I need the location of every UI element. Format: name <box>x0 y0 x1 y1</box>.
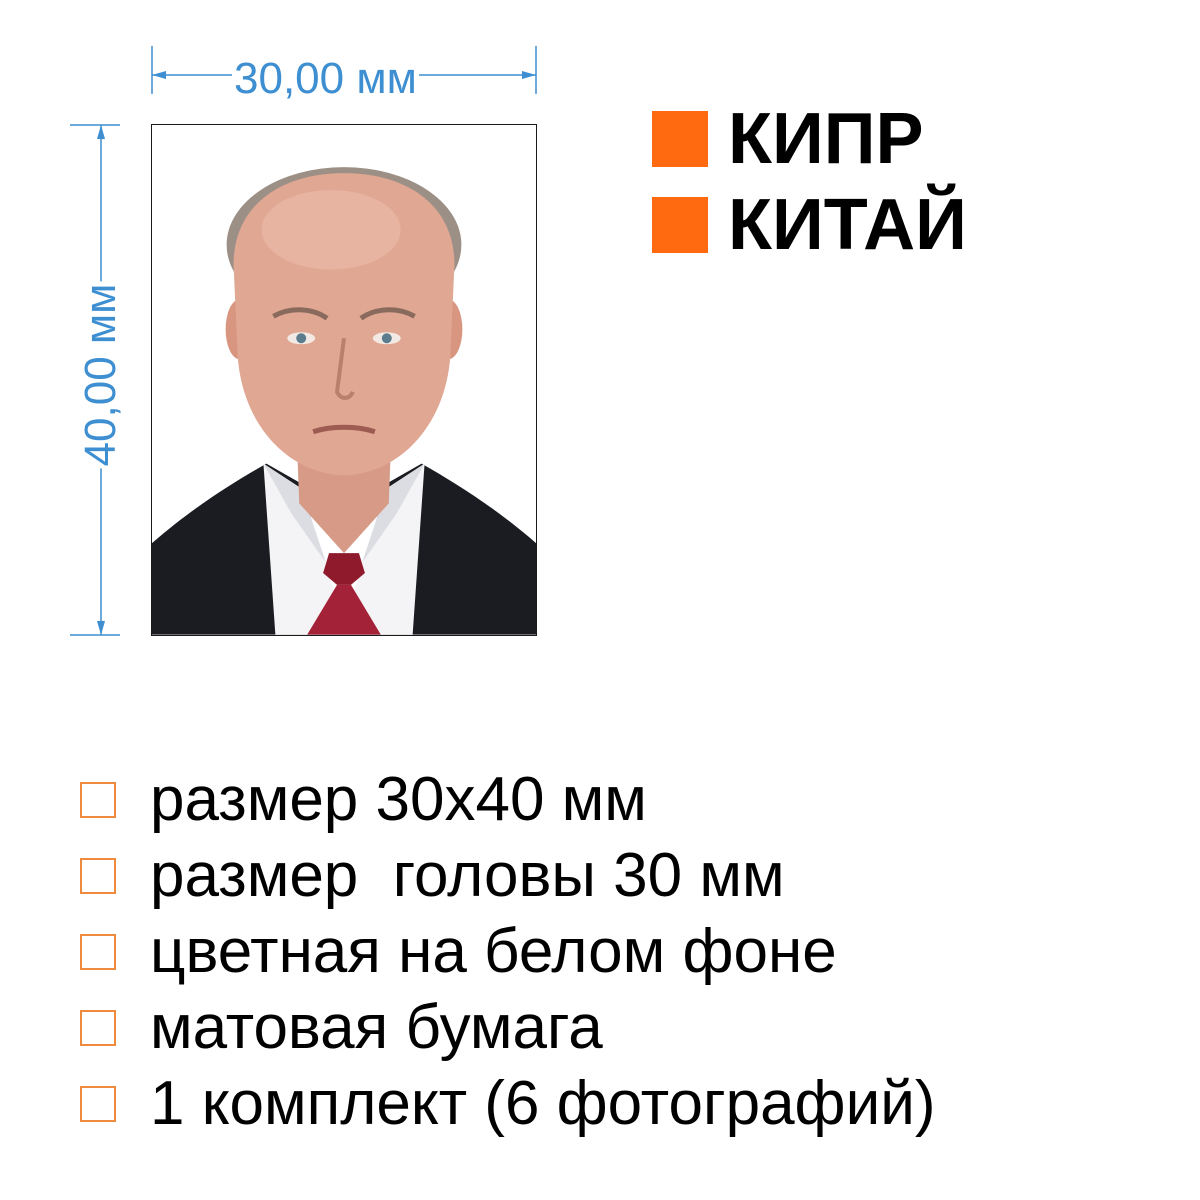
sample-portrait-photo <box>151 124 537 636</box>
feature-item: размер головы 30 мм <box>80 838 935 914</box>
orange-square-marker <box>652 111 708 167</box>
checkbox-square-icon <box>80 934 116 970</box>
country-name: КИПР <box>728 99 924 179</box>
feature-text: 1 комплект (6 фотографий) <box>150 1069 936 1138</box>
country-list: КИПР КИТАЙ <box>652 100 967 272</box>
feature-item: матовая бумага <box>80 990 935 1066</box>
country-item-cyprus: КИПР <box>652 100 967 178</box>
feature-text: матовая бумага <box>150 993 603 1062</box>
country-name: КИТАЙ <box>728 185 967 265</box>
checkbox-square-icon <box>80 858 116 894</box>
feature-text: размер головы 30 мм <box>150 841 785 910</box>
feature-text: цветная на белом фоне <box>150 917 837 986</box>
orange-square-marker <box>652 197 708 253</box>
feature-item: цветная на белом фоне <box>80 914 935 990</box>
checkbox-square-icon <box>80 782 116 818</box>
checkbox-square-icon <box>80 1086 116 1122</box>
feature-list: размер 30х40 мм размер головы 30 мм цвет… <box>80 762 935 1142</box>
width-dimension-label: 30,00 мм <box>232 54 419 103</box>
height-dimension-label: 40,00 мм <box>76 281 125 469</box>
portrait-illustration <box>152 167 536 635</box>
country-item-china: КИТАЙ <box>652 186 967 264</box>
feature-item: размер 30х40 мм <box>80 762 935 838</box>
checkbox-square-icon <box>80 1010 116 1046</box>
feature-text: размер 30х40 мм <box>150 765 647 834</box>
feature-item: 1 комплект (6 фотографий) <box>80 1066 935 1142</box>
